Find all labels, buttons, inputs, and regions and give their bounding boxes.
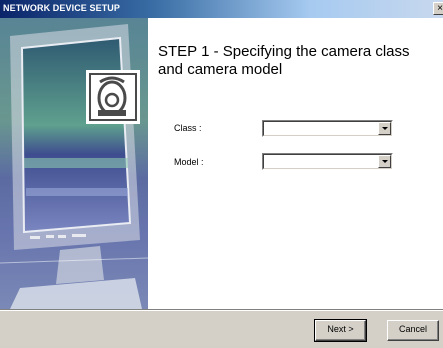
chevron-down-icon[interactable] [378,155,391,168]
title-bar[interactable]: NETWORK DEVICE SETUP × [0,0,443,18]
monitor-illustration [0,18,148,309]
wizard-content: STEP 1 - Specifying the camera class and… [0,18,443,309]
class-label: Class : [174,123,202,133]
chevron-down-icon[interactable] [378,122,391,135]
close-icon: × [437,3,443,14]
step-title: STEP 1 - Specifying the camera class and… [158,43,410,78]
side-illustration [0,18,148,309]
class-select[interactable] [262,120,393,137]
model-label: Model : [174,157,204,167]
close-button[interactable]: × [433,2,443,15]
next-button[interactable]: Next > [314,319,367,342]
footer-divider [0,309,443,311]
model-select[interactable] [262,153,393,170]
window-title: NETWORK DEVICE SETUP [3,3,121,13]
cancel-button[interactable]: Cancel [387,320,439,341]
camera-icon [86,70,140,124]
setup-window: NETWORK DEVICE SETUP × STEP 1 - Specifyi… [0,0,443,348]
